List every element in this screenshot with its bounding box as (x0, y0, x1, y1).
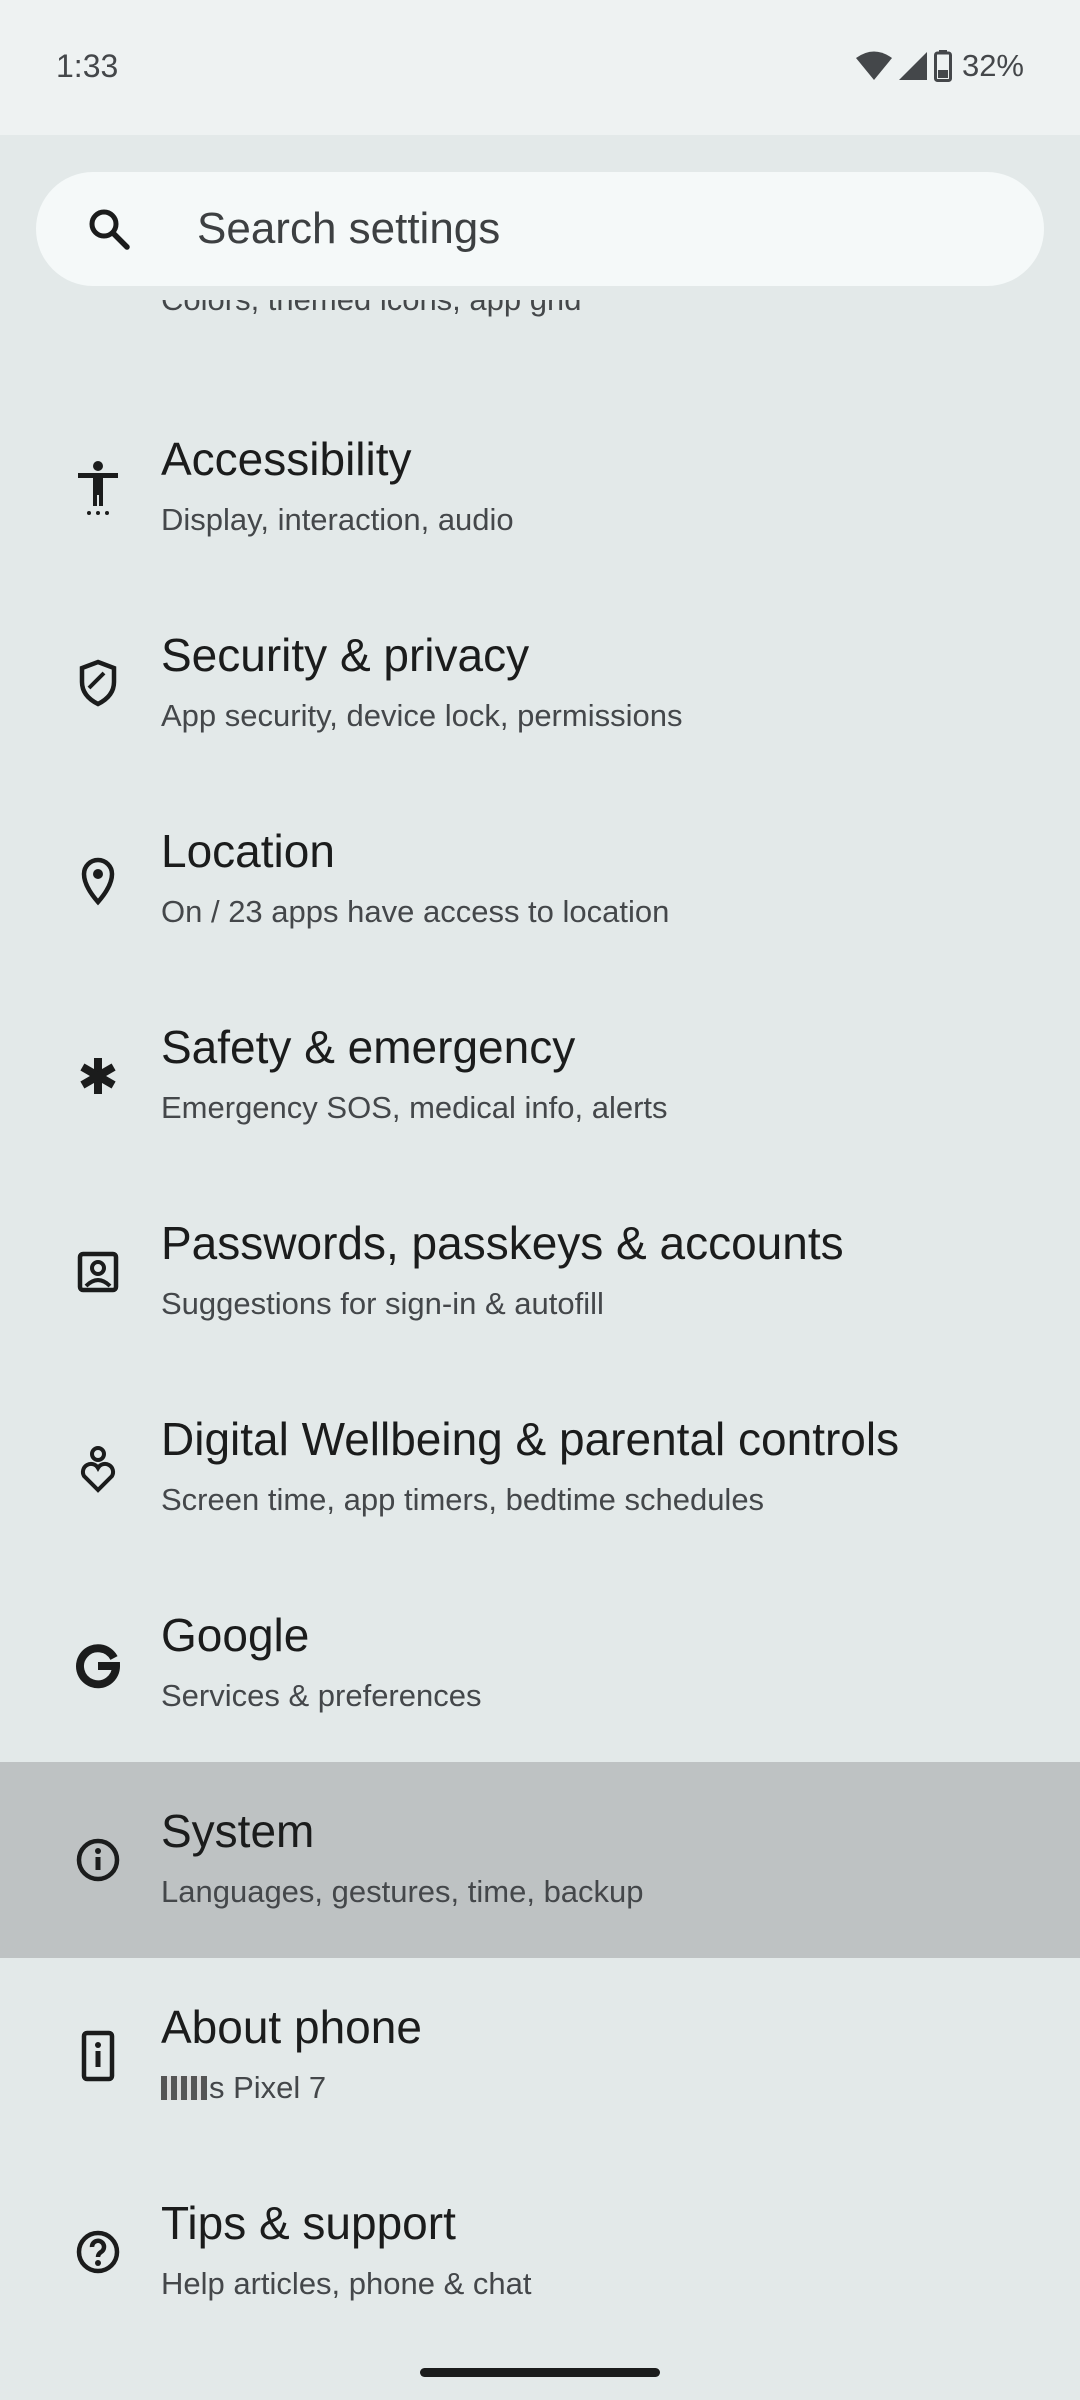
settings-item-digital-wellbeing[interactable]: Digital Wellbeing & parental controls Sc… (0, 1370, 1080, 1566)
settings-item-subtitle: Emergency SOS, medical info, alerts (161, 1090, 668, 1125)
settings-item-subtitle: Screen time, app timers, bedtime schedul… (161, 1482, 765, 1517)
settings-item-subtitle: Services & preferences (161, 1678, 482, 1713)
settings-item-passwords-accounts[interactable]: Passwords, passkeys & accounts Suggestio… (0, 1174, 1080, 1370)
settings-item-accessibility[interactable]: Accessibility Display, interaction, audi… (0, 390, 1080, 586)
search-icon (86, 206, 132, 252)
settings-item-title: Security & privacy (161, 629, 530, 681)
settings-item-google[interactable]: Google Services & preferences (0, 1566, 1080, 1762)
battery-icon (933, 50, 952, 82)
shield-icon (74, 656, 122, 712)
status-icons: 32% (855, 44, 1024, 88)
settings-item-safety-emergency[interactable]: Safety & emergency Emergency SOS, medica… (0, 978, 1080, 1174)
phone-icon (74, 2028, 122, 2084)
settings-item-system[interactable]: System Languages, gestures, time, backup (0, 1762, 1080, 1958)
settings-item-subtitle: Languages, gestures, time, backup (161, 1874, 644, 1909)
battery-percentage: 32% (961, 48, 1024, 83)
settings-item-subtitle: App security, device lock, permissions (161, 698, 683, 733)
status-time: 1:33 (56, 48, 119, 84)
settings-item-subtitle: Help articles, phone & chat (161, 2266, 532, 2301)
help-icon (74, 2224, 122, 2280)
settings-item-title: About phone (161, 2001, 422, 2053)
settings-item-title: Google (161, 1609, 310, 1661)
settings-item-subtitle: Display, interaction, audio (161, 502, 514, 537)
settings-item-title: Location (161, 825, 335, 877)
asterisk-icon (74, 1048, 122, 1104)
wifi-icon (855, 51, 892, 81)
signal-icon (898, 51, 928, 81)
settings-item-location[interactable]: Location On / 23 apps have access to loc… (0, 782, 1080, 978)
settings-item-title: Accessibility (161, 433, 412, 485)
settings-item-subtitle: On / 23 apps have access to location (161, 894, 670, 929)
google-icon (74, 1636, 122, 1692)
home-indicator[interactable] (420, 2368, 660, 2377)
info-icon (74, 1832, 122, 1888)
settings-item-title: Digital Wellbeing & parental controls (161, 1413, 900, 1465)
settings-item-title: Safety & emergency (161, 1021, 576, 1073)
settings-item-title: System (161, 1805, 315, 1857)
search-placeholder: Search settings (197, 204, 501, 253)
partial-item-subtitle: Colors, themed icons, app grid (0, 300, 1080, 340)
status-bar: 1:33 32% (0, 0, 1080, 135)
settings-item-about-phone[interactable]: About phone s Pixel 7 (0, 1958, 1080, 2154)
wellbeing-icon (74, 1440, 122, 1496)
settings-item-subtitle: s Pixel 7 (161, 2070, 326, 2106)
settings-item-title: Tips & support (161, 2197, 456, 2249)
settings-item-tips-support[interactable]: Tips & support Help articles, phone & ch… (0, 2154, 1080, 2350)
search-bar[interactable]: Search settings (36, 172, 1044, 286)
location-pin-icon (74, 852, 122, 908)
settings-item-security-privacy[interactable]: Security & privacy App security, device … (0, 586, 1080, 782)
settings-item-subtitle: Suggestions for sign-in & autofill (161, 1286, 604, 1321)
settings-item-title: Passwords, passkeys & accounts (161, 1217, 844, 1269)
account-box-icon (74, 1244, 122, 1300)
redacted-name (161, 2075, 207, 2100)
accessibility-icon (74, 460, 122, 516)
